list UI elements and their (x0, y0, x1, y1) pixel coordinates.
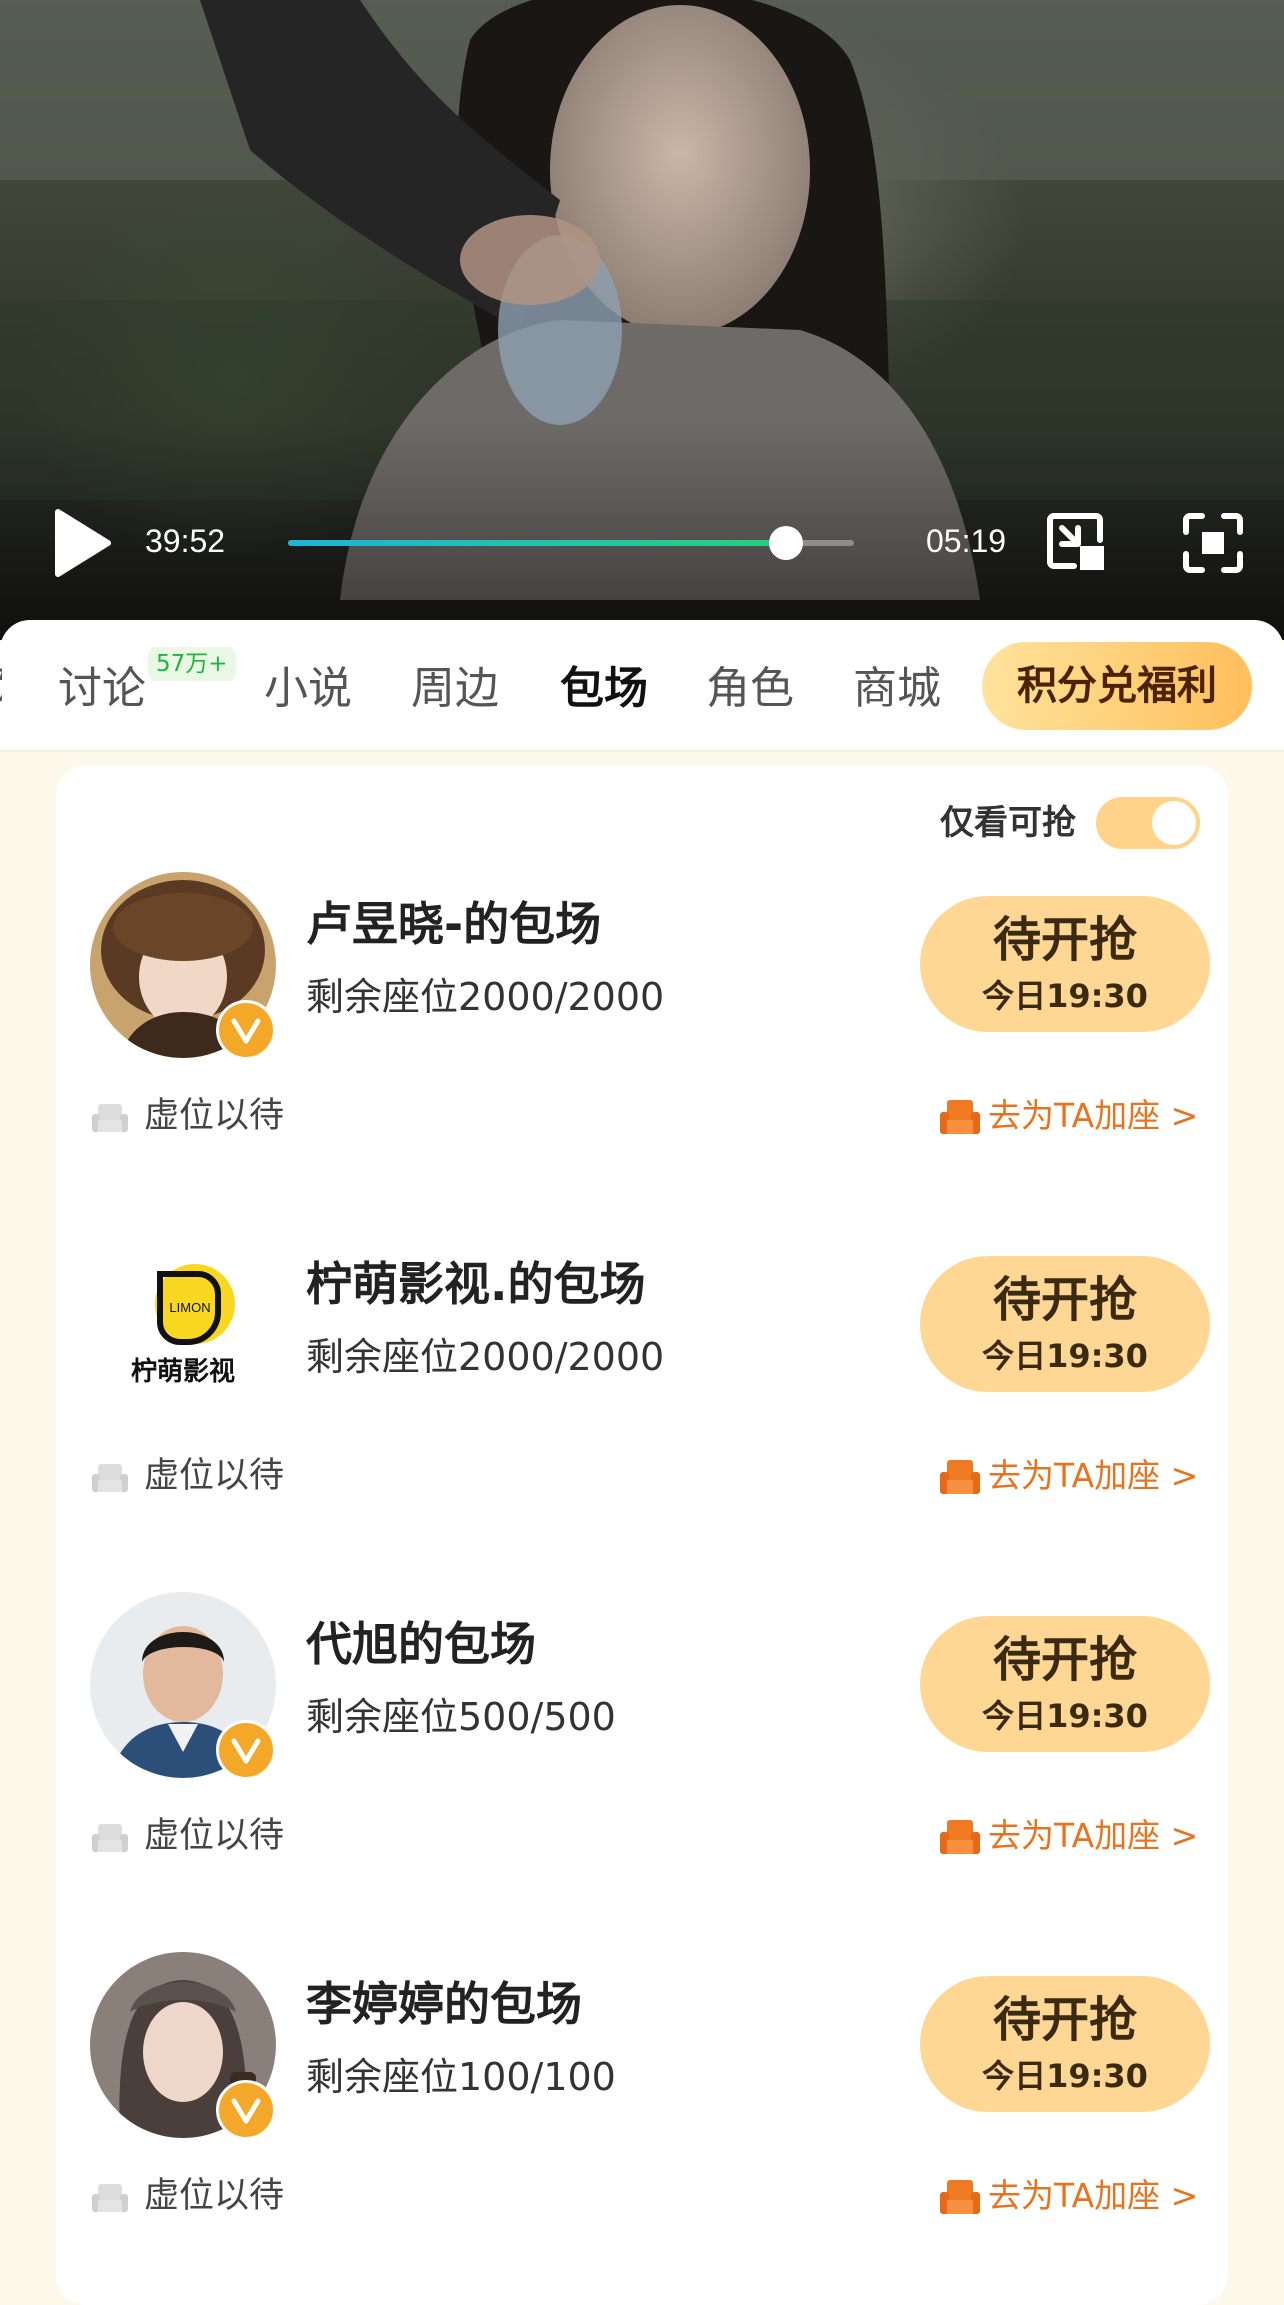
tab-bar: 页 讨论 57万+ 小说 周边 包场 角色 商城 积分兑福利 (0, 620, 1284, 750)
remaining-seats: 剩余座位2000/2000 (306, 975, 665, 1019)
filter-label: 仅看可抢 (940, 803, 1076, 843)
tab-novel[interactable]: 小说 (264, 658, 352, 720)
remaining-seats: 剩余座位2000/2000 (306, 1335, 665, 1379)
seat-icon (92, 1464, 128, 1492)
grab-button[interactable]: 待开抢 今日19:30 (920, 1976, 1210, 2112)
seat-wait-text: 虚位以待 (144, 1456, 285, 1496)
sofa-icon[interactable] (938, 1456, 982, 1498)
video-player[interactable]: 39:52 05:19 (0, 0, 1284, 640)
grab-button[interactable]: 待开抢 今日19:30 (920, 1616, 1210, 1752)
add-seat-link[interactable]: 去为TA加座 > (988, 1452, 1198, 1500)
discussion-count-badge: 57万+ (148, 647, 236, 681)
grab-start-time: 今日19:30 (982, 1697, 1148, 1735)
grab-button[interactable]: 待开抢 今日19:30 (920, 1256, 1210, 1392)
screening-list-panel: 仅看可抢 卢昱晓-的包场 剩余座位2000/2000 待开抢 今日19:30 虚… (56, 765, 1228, 2305)
seat-wait-text: 虚位以待 (144, 2176, 285, 2216)
verified-badge-icon (216, 2080, 276, 2140)
screening-card: 卢昱晓-的包场 剩余座位2000/2000 待开抢 今日19:30 虚位以待 去… (56, 872, 1228, 1172)
screening-card: 代旭的包场 剩余座位500/500 待开抢 今日19:30 虚位以待 去为TA加… (56, 1592, 1228, 1892)
seat-icon (92, 1104, 128, 1132)
grab-start-time: 今日19:30 (982, 1337, 1148, 1375)
tab-store[interactable]: 商城 (853, 658, 941, 720)
remaining-seats: 剩余座位100/100 (306, 2055, 616, 2099)
grab-start-time: 今日19:30 (982, 977, 1148, 1015)
progress-fill (288, 540, 787, 546)
screening-card: LIMON 柠萌影视 柠萌影视.的包场 剩余座位2000/2000 待开抢 今日… (56, 1232, 1228, 1532)
tab-private-screening[interactable]: 包场 (560, 658, 648, 720)
grab-button-label: 待开抢 (992, 1632, 1137, 1688)
play-icon[interactable] (52, 508, 112, 578)
verified-badge-icon (216, 1720, 276, 1780)
grab-button-label: 待开抢 (992, 1992, 1137, 2048)
tab-discussion[interactable]: 讨论 (58, 658, 146, 720)
progress-bar[interactable] (288, 526, 854, 560)
tab-merch[interactable]: 周边 (411, 658, 499, 720)
available-only-toggle[interactable] (1096, 797, 1200, 849)
screening-title[interactable]: 代旭的包场 (306, 1614, 536, 1674)
tab-characters[interactable]: 角色 (706, 658, 794, 720)
add-seat-link[interactable]: 去为TA加座 > (988, 1092, 1198, 1140)
sofa-icon[interactable] (938, 2176, 982, 2218)
remaining-time: 05:19 (926, 523, 1007, 559)
divider (0, 750, 1284, 752)
add-seat-link[interactable]: 去为TA加座 > (988, 1812, 1198, 1860)
verified-badge-icon (216, 1000, 276, 1060)
seat-wait-text: 虚位以待 (144, 1096, 285, 1136)
limon-logo[interactable]: LIMON 柠萌影视 (90, 1232, 276, 1418)
picture-in-picture-icon[interactable] (1044, 510, 1110, 576)
screening-title[interactable]: 李婷婷的包场 (306, 1974, 582, 2034)
toggle-knob (1152, 801, 1196, 845)
screening-title[interactable]: 柠萌影视.的包场 (306, 1254, 645, 1314)
seat-icon (92, 2184, 128, 2212)
current-time: 39:52 (145, 523, 226, 559)
tab-partial[interactable]: 页 (0, 658, 2, 720)
screening-title[interactable]: 卢昱晓-的包场 (306, 894, 601, 954)
grab-start-time: 今日19:30 (982, 2057, 1148, 2095)
grab-button-label: 待开抢 (992, 912, 1137, 968)
progress-handle[interactable] (769, 526, 804, 560)
fullscreen-icon[interactable] (1180, 510, 1246, 576)
grab-button[interactable]: 待开抢 今日19:30 (920, 896, 1210, 1032)
logo-badge-text: LIMON (169, 1300, 210, 1315)
logo-name-text: 柠萌影视 (131, 1356, 235, 1387)
seat-wait-text: 虚位以待 (144, 1816, 285, 1856)
sofa-icon[interactable] (938, 1816, 982, 1858)
grab-button-label: 待开抢 (992, 1272, 1137, 1328)
add-seat-link[interactable]: 去为TA加座 > (988, 2172, 1198, 2220)
screening-card: 李婷婷的包场 剩余座位100/100 待开抢 今日19:30 虚位以待 去为TA… (56, 1952, 1228, 2252)
sofa-icon[interactable] (938, 1096, 982, 1138)
remaining-seats: 剩余座位500/500 (306, 1695, 616, 1739)
seat-icon (92, 1824, 128, 1852)
points-redeem-button[interactable]: 积分兑福利 (982, 642, 1252, 730)
